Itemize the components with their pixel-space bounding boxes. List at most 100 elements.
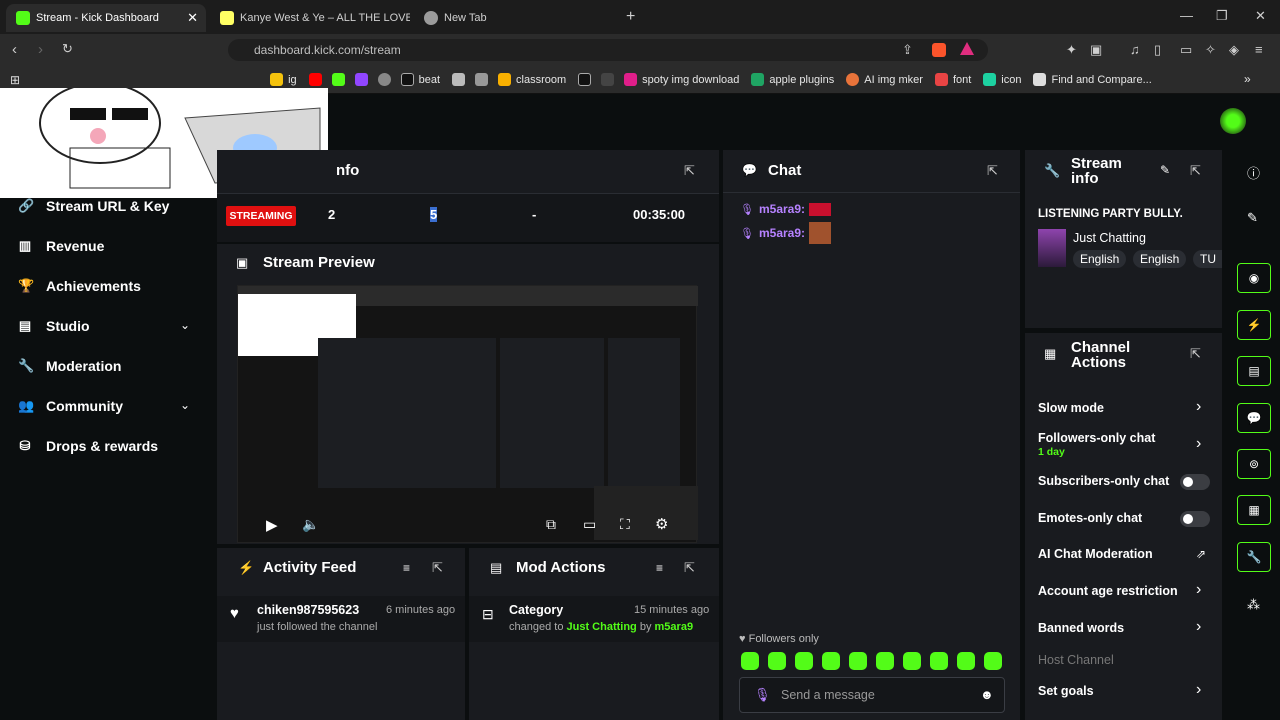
popout-icon[interactable]: ⇱ [987, 163, 998, 179]
bookmark-classroom[interactable]: classroom [498, 73, 566, 86]
sidebar-item-community[interactable]: 👥 Community [18, 398, 123, 414]
bookmark-ai-img-mker[interactable]: AI img mker [846, 73, 923, 86]
chat-username[interactable]: m5ara9: [759, 202, 805, 216]
bookmark-icon[interactable]: icon [983, 73, 1021, 86]
app-icon[interactable] [475, 73, 489, 86]
chatgpt-icon[interactable] [377, 73, 391, 86]
new-tab-button[interactable]: + [626, 8, 635, 26]
settings-gear-icon[interactable]: ⚙ [655, 515, 668, 533]
user-link[interactable]: m5ara9 [655, 621, 694, 633]
popout-icon[interactable]: ⇱ [1190, 163, 1201, 179]
emote-icon[interactable] [768, 652, 786, 670]
twitch-icon[interactable] [354, 73, 368, 86]
extensions-icon[interactable]: ✦ [1066, 42, 1077, 58]
tag-pill[interactable]: TU [1193, 250, 1222, 268]
tag-pill[interactable]: English [1133, 250, 1187, 268]
rail-button-mod-actions[interactable]: ▤ [1237, 356, 1271, 386]
emote-icon[interactable] [876, 652, 894, 670]
url-field[interactable]: dashboard.kick.com/stream [228, 39, 988, 61]
mic-icon[interactable]: 🎙 [754, 687, 771, 703]
fullscreen-icon[interactable]: ⛶ [620, 516, 630, 533]
chevron-right-icon[interactable]: › [1196, 435, 1201, 453]
emote-icon[interactable] [930, 652, 948, 670]
popout-icon[interactable]: ⇱ [1190, 346, 1201, 362]
volume-icon[interactable]: 🔈 [302, 516, 319, 533]
sidebar-item-moderation[interactable]: 🔧 Moderation [18, 358, 121, 374]
subscribers-only-toggle[interactable] [1180, 474, 1210, 490]
bookmark-spoty-img-download[interactable]: spoty img download [624, 73, 739, 86]
sidebar-item-achievements[interactable]: 🏆 Achievements [18, 278, 141, 294]
filter-icon[interactable]: ≡ [656, 561, 663, 575]
popout-icon[interactable]: ⇱ [432, 560, 443, 576]
tag-pill[interactable]: English [1073, 250, 1127, 268]
vpn-icon[interactable]: ◈ [1229, 42, 1239, 58]
sidebar-item-drops-rewards[interactable]: ⛁ Drops & rewards [18, 438, 159, 454]
set-goals-label[interactable]: Set goals [1038, 684, 1094, 698]
menu-icon[interactable]: ≡ [1255, 42, 1263, 57]
bookmark-font[interactable]: font [934, 73, 971, 86]
info-icon[interactable]: ⓘ [1247, 163, 1260, 182]
followers-only-label[interactable]: Followers-only chat [1038, 431, 1155, 445]
preview-video[interactable] [237, 285, 698, 543]
emote-icon[interactable] [957, 652, 975, 670]
chevron-right-icon[interactable]: › [1196, 398, 1201, 416]
chevron-down-icon[interactable]: ⌄ [180, 318, 190, 332]
account-age-label[interactable]: Account age restriction [1038, 584, 1178, 598]
sidebar-item-revenue[interactable]: ▥ Revenue [18, 238, 105, 254]
tiktok-icon[interactable] [578, 73, 592, 86]
theater-icon[interactable]: ▭ [583, 516, 596, 533]
reload-icon[interactable]: ↻ [62, 41, 73, 57]
chat-input[interactable]: 🎙 Send a message ☻ [739, 677, 1005, 713]
brave-shield-icon[interactable] [932, 43, 946, 57]
more-icon[interactable]: ⁂ [1247, 597, 1260, 613]
bookmark-apple-plugins[interactable]: apple plugins [751, 73, 834, 86]
close-tab-icon[interactable]: ✕ [187, 10, 198, 26]
database-icon[interactable] [452, 73, 466, 86]
emote-icon[interactable] [795, 652, 813, 670]
play-button[interactable]: ▶ [266, 516, 278, 534]
chevron-down-icon[interactable]: ⌄ [180, 398, 190, 412]
share-icon[interactable]: ⇪ [902, 42, 913, 58]
slow-mode-label[interactable]: Slow mode [1038, 401, 1104, 415]
more-bookmarks-icon[interactable]: » [1244, 72, 1251, 86]
chevron-right-icon[interactable]: › [1196, 681, 1201, 699]
rail-button-chat[interactable]: 💬 [1237, 403, 1271, 433]
screenshot-icon[interactable]: ▣ [1090, 42, 1102, 58]
chevron-right-icon[interactable]: › [1196, 581, 1201, 599]
category-link[interactable]: Just Chatting [567, 621, 637, 633]
music-icon[interactable]: ♫ [1130, 42, 1140, 57]
edit-pencil-icon[interactable]: ✎ [1160, 163, 1170, 177]
pip-icon[interactable]: ⧉ [546, 516, 556, 533]
bookmark-beat[interactable]: beat [400, 73, 440, 86]
emote-icon[interactable] [984, 652, 1002, 670]
tab-lyrics[interactable]: Kanye West & Ye – ALL THE LOVE Lyr [210, 4, 410, 32]
kick-icon[interactable] [331, 73, 345, 86]
close-window-button[interactable]: ✕ [1255, 8, 1266, 24]
capcut-icon[interactable] [601, 73, 615, 86]
emote-icon[interactable] [903, 652, 921, 670]
popout-icon[interactable]: ⇱ [684, 560, 695, 576]
apps-grid-icon[interactable]: ⊞ [10, 73, 20, 87]
category-name[interactable]: Just Chatting [1073, 231, 1146, 245]
sidebar-item-studio[interactable]: ▤ Studio [18, 318, 90, 334]
minimize-button[interactable]: — [1180, 8, 1193, 23]
youtube-icon[interactable] [308, 73, 322, 86]
back-icon[interactable]: ‹ [12, 41, 17, 58]
filter-icon[interactable]: ≡ [403, 561, 410, 575]
external-link-icon[interactable]: ⇗ [1196, 547, 1206, 561]
maximize-button[interactable]: ❐ [1216, 8, 1228, 24]
chat-username[interactable]: m5ara9: [759, 226, 805, 240]
brave-rewards-icon[interactable] [960, 42, 974, 55]
tab-kick-dashboard[interactable]: Stream - Kick Dashboard ✕ [6, 4, 206, 32]
banned-words-label[interactable]: Banned words [1038, 621, 1124, 635]
sidebar-item-stream-url-key[interactable]: 🔗 Stream URL & Key [18, 198, 169, 214]
emote-icon[interactable] [822, 652, 840, 670]
rail-button-channel-actions[interactable]: ▦ [1237, 495, 1271, 525]
ai-chat-moderation-label[interactable]: AI Chat Moderation [1038, 547, 1153, 561]
chevron-right-icon[interactable]: › [1196, 618, 1201, 636]
emoji-icon[interactable]: ☻ [980, 687, 994, 702]
edit-icon[interactable]: ✎ [1247, 210, 1258, 226]
sidebar-icon[interactable]: ▯ [1154, 42, 1161, 58]
user-avatar[interactable] [1220, 108, 1246, 134]
popout-icon[interactable]: ⇱ [684, 163, 695, 179]
